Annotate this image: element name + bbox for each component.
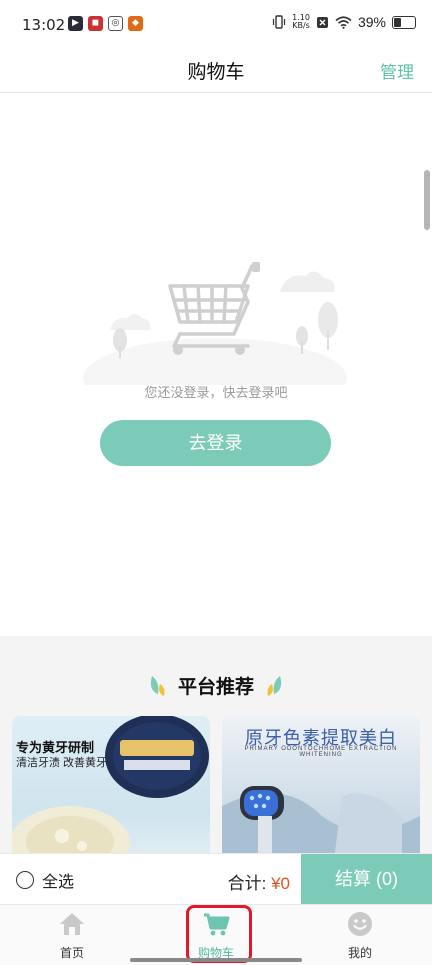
empty-cart-illustration xyxy=(83,262,347,385)
news-app-icon: ◼ xyxy=(88,16,103,31)
total-price: 合计: ¥0 xyxy=(228,869,290,894)
video-app-icon: ▶ xyxy=(68,16,83,31)
select-all-toggle[interactable]: 全选 xyxy=(16,868,74,892)
home-icon xyxy=(60,913,84,935)
bottom-nav: 首页 购物车 我的 xyxy=(0,904,432,965)
cart-icon xyxy=(204,913,230,936)
login-button[interactable]: 去登录 xyxy=(100,420,331,466)
wifi-icon xyxy=(335,15,352,29)
status-indicators: 1.10 KB/s 39% xyxy=(272,14,416,30)
product-card[interactable]: 原牙色素提取美白 PRIMARY ODONTOCHROME EXTRACTION… xyxy=(222,716,420,876)
checkout-button[interactable]: 结算 (0) xyxy=(301,854,432,905)
smiley-icon xyxy=(348,912,372,936)
product-subline: PRIMARY ODONTOCHROME EXTRACTION WHITENIN… xyxy=(244,746,398,758)
recommend-header: 平台推荐 xyxy=(0,672,432,699)
page-title: 购物车 xyxy=(187,62,245,83)
status-bar: 13:02 ▶ ◼ ◎ ◆ 1.10 KB/s 39% xyxy=(0,0,432,48)
total-amount: ¥0 xyxy=(271,874,290,893)
shopping-app-icon: ◆ xyxy=(128,16,143,31)
product-grid: 专为黄牙研制 清洁牙渍 改善黄牙 原牙色素提取美白 PRIMARY ODONTO… xyxy=(12,716,420,876)
nav-item-cart[interactable]: 购物车 xyxy=(176,911,256,961)
leaf-right-icon xyxy=(267,675,282,696)
status-app-icons: ▶ ◼ ◎ ◆ xyxy=(68,16,143,31)
vibrate-icon xyxy=(273,15,286,29)
browser-app-icon: ◎ xyxy=(108,16,123,31)
total-label: 合计: xyxy=(227,874,267,893)
select-all-label: 全选 xyxy=(42,874,75,891)
recommend-title: 平台推荐 xyxy=(177,677,254,698)
page-header: 购物车 管理 xyxy=(0,48,432,93)
scrollbar[interactable] xyxy=(424,170,430,230)
home-indicator[interactable] xyxy=(130,958,302,962)
network-speed: 1.10 KB/s xyxy=(292,14,310,30)
nav-label-home: 首页 xyxy=(59,946,84,960)
nav-item-profile[interactable]: 我的 xyxy=(320,911,400,961)
checkout-bar: 全选 合计: ¥0 结算 (0) xyxy=(0,853,432,905)
manage-button[interactable]: 管理 xyxy=(380,58,414,83)
no-sim-icon xyxy=(316,16,328,28)
nav-item-home[interactable]: 首页 xyxy=(32,911,112,961)
speed-unit: KB/s xyxy=(292,21,310,30)
product-subline: 清洁牙渍 改善黄牙 xyxy=(16,757,108,769)
leaf-left-icon xyxy=(150,675,165,696)
select-all-radio[interactable] xyxy=(16,871,34,889)
battery-percent: 39% xyxy=(357,14,386,30)
nav-label-profile: 我的 xyxy=(347,946,372,960)
status-time: 13:02 xyxy=(22,16,66,34)
battery-icon xyxy=(392,15,416,29)
product-card[interactable]: 专为黄牙研制 清洁牙渍 改善黄牙 xyxy=(12,716,210,876)
empty-cart-message: 您还没登录，快去登录吧 xyxy=(144,385,288,400)
